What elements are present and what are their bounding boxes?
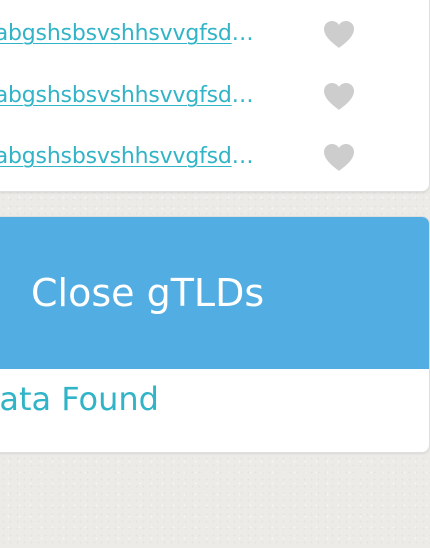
domain-link[interactable]: nabgshsbsvshhsvvgfsdgxjhabsjdhasd bbox=[0, 14, 264, 54]
close-gtlds-header[interactable]: Close gTLDs bbox=[0, 217, 429, 369]
close-gtlds-body: No Data Found bbox=[0, 369, 429, 452]
domain-link[interactable]: nabgshsbsvshhsvvgfsdgxjhabsjdhasd bbox=[0, 137, 264, 177]
heart-icon[interactable] bbox=[322, 81, 356, 111]
heart-icon[interactable] bbox=[322, 19, 356, 49]
results-card: nabgshsbsvshhsvvgfsdgxjhabsjdhasd nabgsh… bbox=[0, 0, 430, 192]
close-gtlds-card: Close gTLDs No Data Found bbox=[0, 216, 430, 453]
result-row: nabgshsbsvshhsvvgfsdgxjhabsjdhasd bbox=[0, 14, 411, 54]
heart-icon[interactable] bbox=[322, 142, 356, 172]
result-row: nabgshsbsvshhsvvgfsdgxjhabsjdhasd bbox=[0, 137, 411, 177]
result-row: nabgshsbsvshhsvvgfsdgxjhabsjdhasd bbox=[0, 76, 411, 116]
empty-state-message: No Data Found bbox=[0, 380, 159, 418]
section-title: Close gTLDs bbox=[31, 271, 265, 315]
domain-link[interactable]: nabgshsbsvshhsvvgfsdgxjhabsjdhasd bbox=[0, 76, 264, 116]
